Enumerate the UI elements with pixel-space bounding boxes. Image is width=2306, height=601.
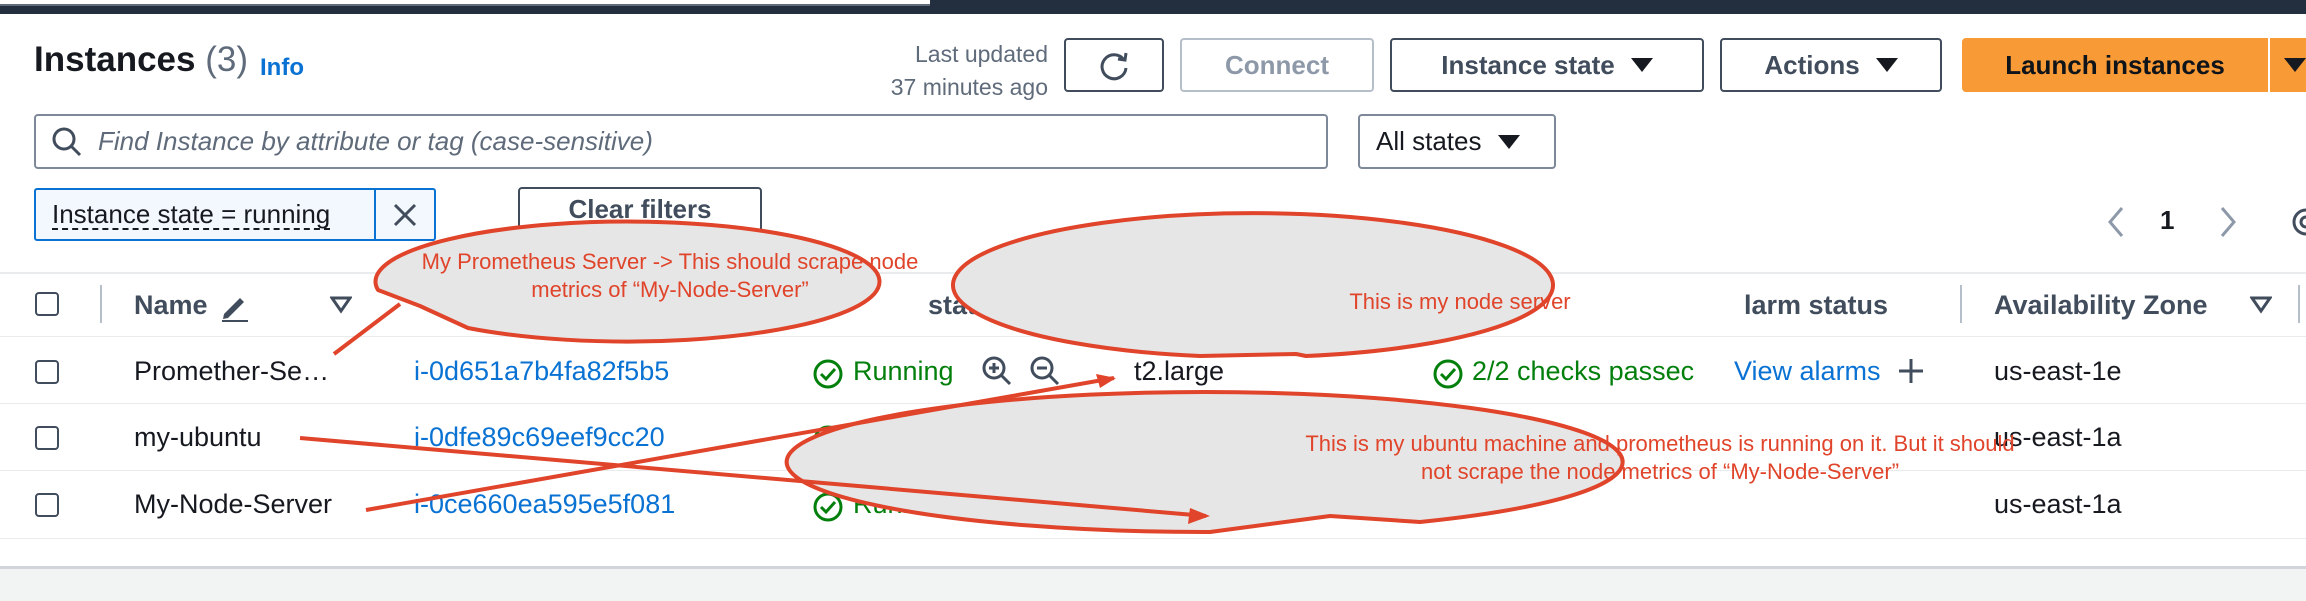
callout-ubuntu-text: This is my ubuntu machine and prometheus…	[1305, 431, 2015, 484]
annotation-overlay	[299, 211, 1625, 535]
callout-prometheus-text: My Prometheus Server -> This should scra…	[421, 249, 919, 302]
arrow-head	[1096, 374, 1116, 388]
callout-node-server-text: This is my node server	[1349, 289, 1571, 314]
callout-prometheus-pointer	[332, 302, 402, 356]
callout-node-server-bubble	[951, 211, 1555, 358]
